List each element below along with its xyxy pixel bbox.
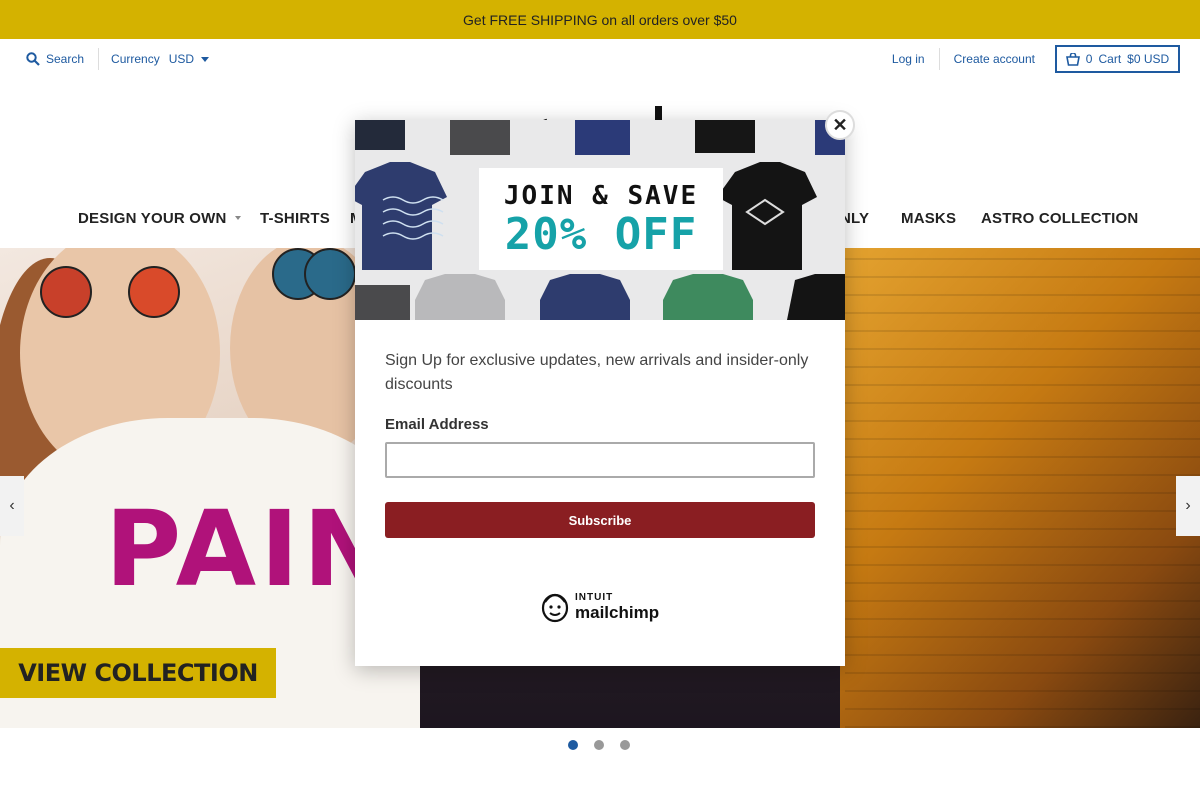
nav-item-t-shirts[interactable]: T-SHIRTS [260, 200, 330, 236]
nav-item-label: MASKS [901, 209, 957, 227]
popup-banner: JOIN & SAVE 20% OFF [355, 120, 845, 320]
cart-icon [1065, 52, 1080, 66]
nav-item-design-your-own[interactable]: DESIGN YOUR OWN [78, 200, 241, 236]
promo-line-1: JOIN & SAVE [503, 181, 699, 211]
create-account-link[interactable]: Create account [940, 52, 1049, 66]
promo-line-2: 20% OFF [504, 209, 698, 260]
search-link[interactable]: Search [26, 52, 84, 66]
slider-dot-1[interactable] [568, 740, 578, 750]
cart-button[interactable]: 0 Cart $0 USD [1055, 45, 1180, 73]
chevron-left-icon[interactable]: ‹ [0, 476, 24, 536]
nav-item-label: DESIGN YOUR OWN [78, 209, 227, 227]
mailchimp-freddie-icon [541, 593, 569, 623]
popup-description: Sign Up for exclusive updates, new arriv… [385, 352, 809, 393]
hero-brick-texture [845, 248, 1200, 728]
slider-dots [568, 740, 630, 750]
chevron-right-icon[interactable]: › [1176, 476, 1200, 536]
announcement-text: Get FREE SHIPPING on all orders over $50 [463, 11, 737, 28]
view-collection-button[interactable]: VIEW COLLECTION [0, 648, 276, 698]
divider [98, 48, 100, 70]
chevron-down-icon [234, 216, 241, 220]
slider-dot-2[interactable] [594, 740, 604, 750]
mailchimp-wordmark: INTUIT mailchimp [575, 592, 660, 622]
mailchimp-line-1: INTUIT [575, 592, 614, 603]
mailchimp-line-2: mailchimp [575, 603, 660, 622]
email-field[interactable] [385, 442, 815, 478]
search-label: Search [46, 52, 85, 66]
utility-left: Search Currency USD [26, 39, 210, 79]
nav-item-label: ASTRO COLLECTION [981, 209, 1139, 227]
currency-label: Currency [111, 52, 160, 66]
login-link[interactable]: Log in [878, 52, 939, 66]
email-label: Email Address [385, 416, 489, 433]
nav-item-masks[interactable]: MASKS [901, 200, 956, 236]
subscribe-button[interactable]: Subscribe [385, 502, 815, 538]
cart-count: 0 [1085, 52, 1093, 66]
cart-label: Cart [1098, 52, 1122, 66]
newsletter-popup: JOIN & SAVE 20% OFF ✕ Sign Up for exclus… [355, 110, 855, 666]
chevron-down-icon [201, 56, 210, 62]
utility-bar: Search Currency USD Log in Create accoun… [0, 39, 1200, 79]
close-icon[interactable]: ✕ [825, 110, 855, 140]
sunglasses-icon [128, 266, 180, 318]
currency-selector[interactable]: Currency USD [111, 52, 210, 66]
nav-item-label: T-SHIRTS [260, 209, 330, 227]
search-icon [26, 52, 40, 66]
sunglasses-icon [40, 266, 92, 318]
cart-total: $0 USD [1127, 52, 1170, 66]
nav-item-astro-collection[interactable]: ASTRO COLLECTION [981, 200, 1138, 236]
utility-right: Log in Create account 0 Cart $0 USD [878, 39, 1180, 79]
sunglasses-icon [304, 248, 356, 300]
promo-headline-box: JOIN & SAVE 20% OFF [479, 168, 723, 270]
currency-value: USD [168, 52, 195, 66]
announcement-bar: Get FREE SHIPPING on all orders over $50 [0, 0, 1200, 39]
mailchimp-logo[interactable]: INTUIT mailchimp [539, 590, 659, 624]
slider-dot-3[interactable] [620, 740, 630, 750]
